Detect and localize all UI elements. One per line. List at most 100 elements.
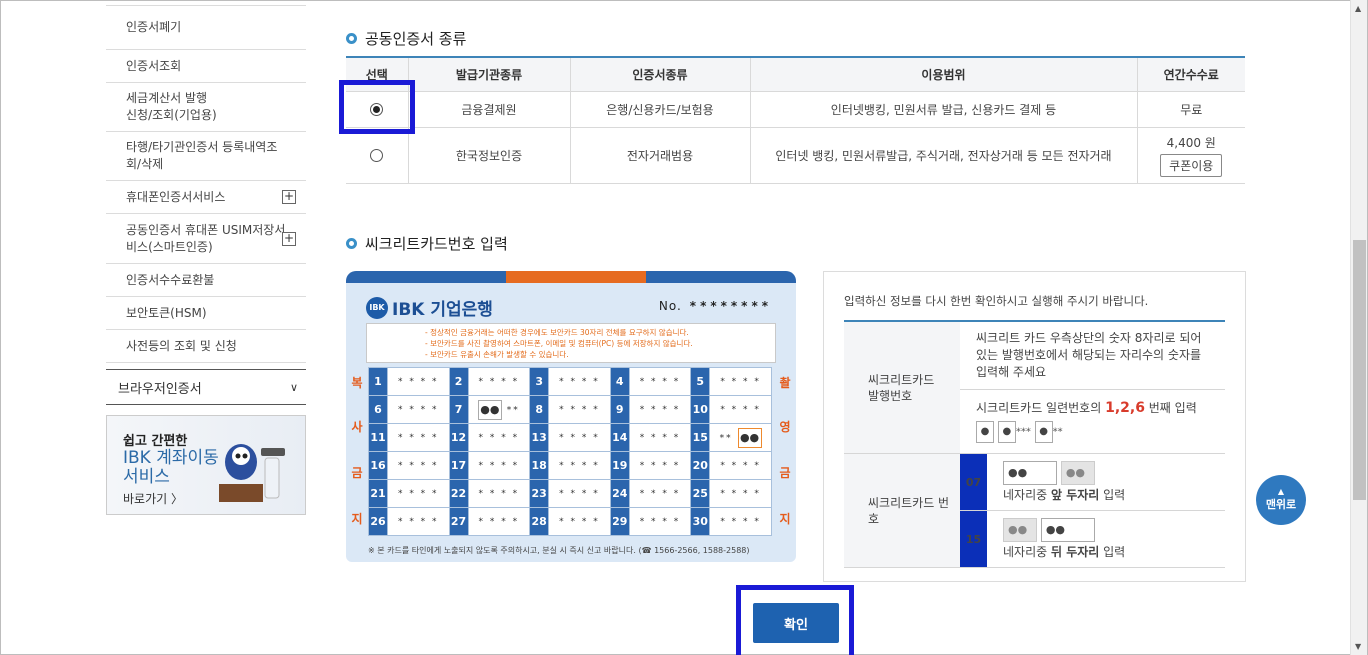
sidebar-item-other-cert[interactable]: 타행/타기관인증서 등록내역조 회/삭제 [106, 132, 306, 181]
stripe-blue [346, 271, 506, 283]
scroll-top-label: 맨위로 [1265, 498, 1297, 511]
card-cell-number: 6 [368, 395, 388, 424]
card-cell-number: 13 [529, 423, 550, 452]
card-cell-number: 4 [609, 367, 630, 396]
card-cell-number: 10 [690, 395, 711, 424]
card-cell-number: 27 [448, 507, 469, 536]
scroll-thumb[interactable] [1353, 240, 1366, 500]
issue-number-desc: 씨크리트 카드 우측상단의 숫자 8자리로 되어 있는 발행번호에서 해당되는 … [960, 321, 1225, 390]
card-cell-value: * * * * [628, 423, 692, 452]
cert-type-table: 선택 발급기관종류 인증서종류 이용범위 연간수수료 금융결제원 은행/신용카드… [346, 56, 1245, 184]
card-cell-value: * * * * [386, 367, 450, 396]
sidebar-item-cert-revoke[interactable]: 인증서폐기 [106, 6, 306, 50]
card-cell-value: * * * * [628, 479, 692, 508]
coupon-button[interactable]: 쿠폰이용 [1160, 153, 1223, 177]
notice-line: - 보안카드 유출시 손해가 발생할 수 있습니다. [425, 350, 569, 359]
card-cell-number: 22 [448, 479, 469, 508]
card-index-15: 15 [960, 510, 987, 568]
table-row: 씨크리트카드 번호 07 ●● ●● 네자리중 앞 두자리 입력 [844, 453, 1225, 568]
type-cell: 전자거래범용 [569, 127, 750, 184]
sidebar-item-phone-cert[interactable]: 휴대폰인증서서비스 + [106, 181, 306, 214]
sidebar-item-cert-lookup[interactable]: 인증서조회 [106, 50, 306, 83]
card-cell-15-highlight: ●● [737, 427, 762, 448]
serial-input-cell: 시크리트카드 일련번호의 1,2,6 번째 입력 ● ● *** ● ** [960, 389, 1225, 454]
warning-char: 영 [779, 420, 791, 434]
issuer-cell: 금융결제원 [407, 91, 570, 128]
sidebar-item-usim[interactable]: 공동인증서 휴대폰 USIM저장서 비스(스마트인증) + [106, 214, 306, 264]
ibk-logo: IBK IBK 기업은행 [366, 295, 493, 320]
table-row: 한국정보인증 전자거래범용 인터넷 뱅킹, 민원서류발급, 주식거래, 전자상거… [346, 127, 1245, 184]
banner-line2: IBK 계좌이동 서비스 [123, 448, 219, 487]
card-cell-value: * * * * [548, 395, 611, 424]
fee-cell: 4,400 원 쿠폰이용 [1136, 127, 1245, 184]
sidebar: 인증서폐기 인증서조회 세금계산서 발행 신청/조회(기업용) 타행/타기관인증… [106, 0, 306, 515]
card-07-front-input[interactable]: ●● [1003, 460, 1057, 485]
sidebar-browser-cert[interactable]: 브라우저인증서 ∨ [106, 369, 306, 405]
confirm-button[interactable]: 확인 [753, 603, 839, 643]
radio-highlight-box [339, 80, 415, 134]
serial-post: 번째 입력 [1144, 401, 1197, 415]
card-cell-number: 25 [690, 479, 711, 508]
card-cell-value: * * * * [548, 423, 611, 452]
pin-input-6[interactable]: ● [1034, 421, 1053, 443]
hint-post: 입력 [1099, 544, 1126, 559]
col-cert-type: 인증서종류 [569, 57, 750, 92]
card-cell-value: * * * * [467, 451, 531, 480]
hint-pre: 네자리중 [1003, 544, 1051, 559]
banner-link[interactable]: 바로가기 〉 [123, 490, 183, 507]
card-index-07: 07 [960, 453, 987, 511]
pin-input-1[interactable]: ● [976, 421, 994, 443]
issuer-cell: 한국정보인증 [407, 127, 570, 184]
col-issuer: 발급기관종류 [407, 57, 570, 92]
card-cell-number: 19 [609, 451, 630, 480]
card-cell-value: * * * * [709, 395, 772, 424]
hint-pre: 네자리중 [1003, 487, 1051, 502]
vertical-scrollbar[interactable]: ▲ ▼ [1350, 0, 1367, 655]
card-cell-number: 2 [448, 367, 469, 396]
col-scope: 이용범위 [749, 57, 1137, 92]
expand-plus-icon[interactable]: + [282, 190, 296, 204]
scroll-down-icon[interactable]: ▼ [1355, 642, 1361, 651]
sidebar-item-pre-register[interactable]: 사전등의 조회 및 신청 [106, 330, 306, 363]
sidebar-item-label: 보안토큰(HSM) [126, 305, 207, 320]
scope-cell: 인터넷 뱅킹, 민원서류발급, 주식거래, 전자상거래 등 모든 전자거래 [749, 127, 1137, 184]
warning-char: 금 [351, 466, 363, 480]
account-transfer-banner[interactable]: 쉽고 간편한 IBK 계좌이동 서비스 바로가기 〉 [106, 415, 306, 515]
card-cell-value: * * * * [467, 479, 531, 508]
card-07-hint: 네자리중 앞 두자리 입력 [1003, 487, 1215, 504]
scroll-up-icon[interactable]: ▲ [1355, 4, 1361, 13]
sidebar-item-label: 사전등의 조회 및 신청 [126, 338, 237, 353]
fee-cell: 무료 [1136, 91, 1245, 128]
pin-input-2[interactable]: ● [997, 421, 1016, 443]
sidebar-item-label: 인증서수수료환불 [126, 272, 215, 287]
radio-kica[interactable] [370, 149, 384, 162]
sidebar-item-label: 휴대폰인증서서비스 [126, 189, 226, 204]
left-warning-chars: 복 사 금 지 [350, 369, 364, 529]
card-cell-number: 12 [448, 423, 469, 452]
card-cell-number: 21 [368, 479, 388, 508]
card-grid-row: 11 * * * * 12 * * * * 13 * * * * 14 * * * * 15 **… [368, 423, 772, 452]
secure-card-image: IBK IBK 기업은행 No. ******** - 정상적인 금융거래는 어떠… [346, 271, 796, 562]
scroll-top-button[interactable]: ▲ 맨위로 [1256, 475, 1306, 525]
card-07-back-disabled: ●● [1060, 460, 1095, 485]
expand-plus-icon[interactable]: + [282, 231, 296, 246]
sidebar-item-tax-invoice[interactable]: 세금계산서 발행 신청/조회(기업용) [106, 83, 306, 132]
sidebar-item-fee-refund[interactable]: 인증서수수료환불 [106, 264, 306, 297]
banner-line1: 쉽고 간편한 [123, 434, 188, 449]
card-cell-number: 16 [368, 451, 388, 480]
card-cell-value: * * * * [628, 451, 692, 480]
sidebar-item-hsm[interactable]: 보안토큰(HSM) [106, 297, 306, 330]
card-input-07: ●● ●● 네자리중 앞 두자리 입력 [987, 453, 1225, 511]
fee-value: 4,400 원 [1166, 135, 1216, 150]
card-cell-value: * * * * [709, 451, 772, 480]
card-cell-value: * * * * [548, 367, 611, 396]
card-cell-value: * * * * [709, 479, 772, 508]
warning-char: 사 [351, 420, 363, 434]
ibk-logo-icon: IBK [366, 296, 388, 319]
scope-cell: 인터넷뱅킹, 민원서류 발급, 신용카드 결제 등 [749, 91, 1137, 128]
card-15-back-input[interactable]: ●● [1040, 517, 1095, 542]
card-cell-number: 1 [368, 367, 388, 396]
card-grid-row: 1 * * * * 2 * * * * 3 * * * * 4 * * * * 5 * * * * [368, 367, 772, 396]
card-cell-value: * * * * [386, 451, 450, 480]
card-cell-value: * * * * [467, 423, 531, 452]
